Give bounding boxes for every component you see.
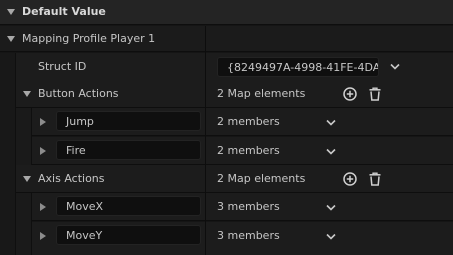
indent-gutter <box>16 193 32 255</box>
default-value-header[interactable]: Default Value <box>0 0 453 25</box>
expand-arrow-icon[interactable] <box>7 9 15 15</box>
plus-circle-icon[interactable] <box>342 86 358 102</box>
map-key-field[interactable]: Jump <box>56 111 201 131</box>
indent-gutter <box>16 108 32 165</box>
collapse-arrow-icon[interactable] <box>40 118 46 126</box>
struct-id-label: Struct ID <box>38 60 87 73</box>
chevron-down-icon[interactable] <box>326 233 336 243</box>
map-key-field[interactable]: Fire <box>56 140 201 160</box>
expand-arrow-icon[interactable] <box>23 91 31 97</box>
chevron-down-icon[interactable] <box>390 63 400 73</box>
map-key-field[interactable]: MoveY <box>56 225 201 245</box>
map-entry-row: Jump 2 members <box>0 108 453 136</box>
button-actions-label: Button Actions <box>38 87 119 100</box>
map-entry-row: MoveY 3 members <box>0 222 453 255</box>
expand-arrow-icon[interactable] <box>7 36 15 42</box>
indent-gutter <box>0 53 16 255</box>
map-value-label: 3 members <box>217 229 280 242</box>
struct-id-row: Struct ID {8249497A-4998-41FE-4DA6 <box>0 53 453 81</box>
collapse-arrow-icon[interactable] <box>40 147 46 155</box>
expand-arrow-icon[interactable] <box>23 176 31 182</box>
map-key-field[interactable]: MoveX <box>56 196 201 216</box>
default-value-title: Default Value <box>22 5 106 18</box>
mapping-profile-label: Mapping Profile Player 1 <box>22 32 156 45</box>
mapping-profile-row[interactable]: Mapping Profile Player 1 <box>0 26 453 52</box>
struct-id-field[interactable]: {8249497A-4998-41FE-4DA6 <box>217 57 379 77</box>
column-divider[interactable] <box>205 26 206 255</box>
axis-actions-label: Axis Actions <box>38 172 105 185</box>
trash-icon[interactable] <box>367 86 383 102</box>
axis-actions-summary: 2 Map elements <box>217 172 306 185</box>
map-value-label: 2 members <box>217 144 280 157</box>
plus-circle-icon[interactable] <box>342 171 358 187</box>
trash-icon[interactable] <box>367 171 383 187</box>
map-value-label: 2 members <box>217 115 280 128</box>
map-entry-row: MoveX 3 members <box>0 193 453 221</box>
chevron-down-icon[interactable] <box>326 148 336 158</box>
chevron-down-icon[interactable] <box>326 204 336 214</box>
collapse-arrow-icon[interactable] <box>40 232 46 240</box>
map-entry-row: Fire 2 members <box>0 137 453 165</box>
map-value-label: 3 members <box>217 200 280 213</box>
button-actions-summary: 2 Map elements <box>217 87 306 100</box>
axis-actions-row[interactable]: Axis Actions 2 Map elements <box>0 165 453 193</box>
collapse-arrow-icon[interactable] <box>40 203 46 211</box>
button-actions-row[interactable]: Button Actions 2 Map elements <box>0 80 453 108</box>
chevron-down-icon[interactable] <box>326 119 336 129</box>
